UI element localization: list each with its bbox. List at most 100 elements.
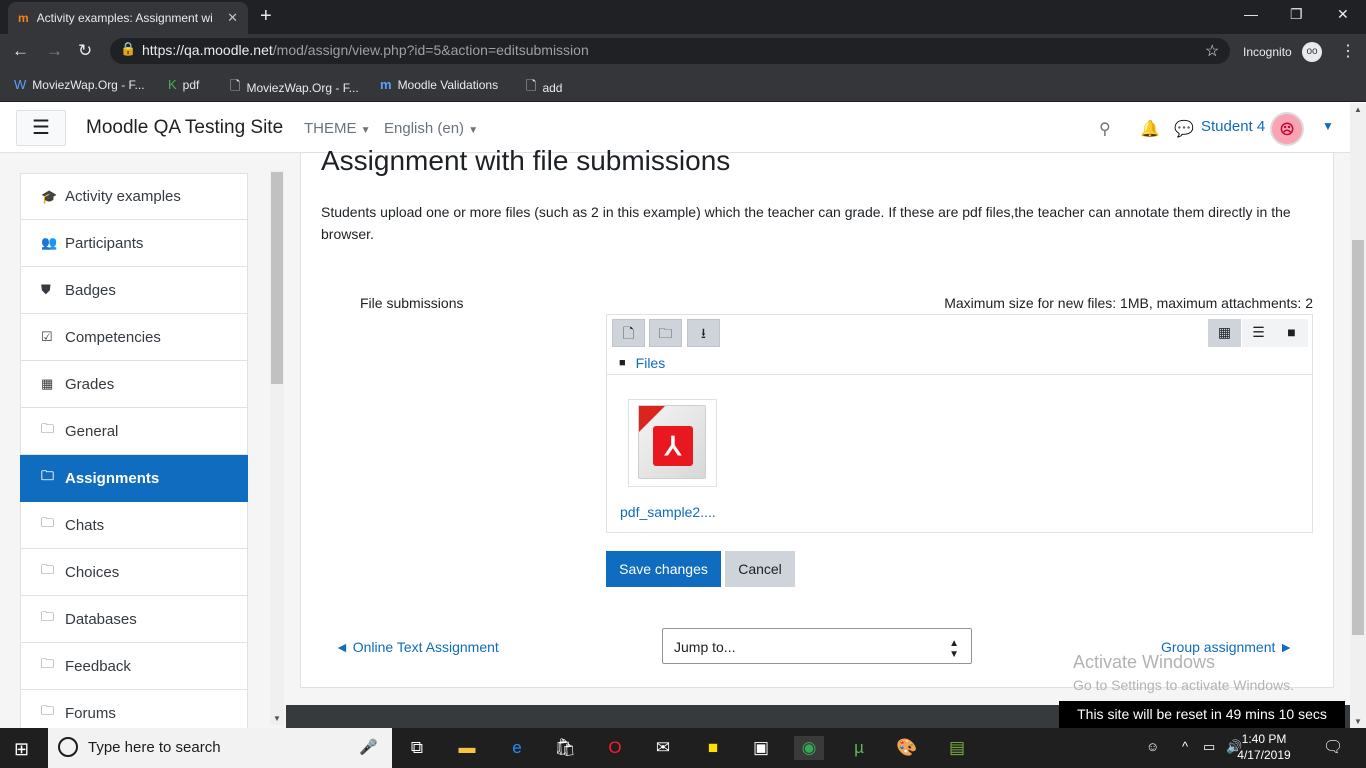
drawer-item-participants[interactable]: 👥 Participants [20, 220, 248, 267]
file-name-link[interactable]: pdf_sample2.... [620, 504, 716, 520]
drawer-item-badges[interactable]: ⛊ Badges [20, 267, 248, 314]
prev-activity-link[interactable]: ◄ Online Text Assignment [335, 639, 499, 655]
drawer-item-activity-examples[interactable]: 🎓 Activity examples [20, 173, 248, 220]
drawer-item-competencies[interactable]: ☑ Competencies [20, 314, 248, 361]
utorrent-icon[interactable]: µ [844, 736, 874, 760]
spreadsheet-icon[interactable]: ▤ [942, 736, 972, 760]
lock-icon: 🔒 [120, 41, 137, 56]
language-menu[interactable]: English (en) ▼ [384, 120, 478, 137]
task-view-icon[interactable]: ⧉ [402, 736, 432, 760]
close-window-icon[interactable]: ✕ [1337, 6, 1349, 23]
theme-menu[interactable]: THEME ▼ [304, 120, 371, 137]
opera-icon[interactable]: O [600, 736, 630, 760]
chevron-down-icon: ▼ [360, 125, 371, 136]
browser-tab[interactable]: m Activity examples: Assignment wi ✕ [8, 2, 248, 34]
add-file-button[interactable]: 🗋 [612, 319, 645, 347]
drawer-item-databases[interactable]: 🗀 Databases [20, 596, 248, 643]
folder-solid-icon: ■ [1287, 324, 1296, 340]
taskbar-search[interactable]: Type here to search 🎤 [48, 728, 392, 768]
user-name[interactable]: Student 4 [1201, 118, 1265, 135]
chat-icon[interactable]: 💬 [1174, 119, 1194, 139]
cortana-icon [58, 737, 78, 757]
bookmark-item[interactable]: 🗋 MoviezWap.Org - F... [230, 77, 359, 99]
grid-icon: ▦ [1217, 324, 1232, 340]
drawer-item-assignments[interactable]: 🗀 Assignments [20, 455, 248, 502]
windows-start-icon[interactable]: ⊞ [14, 739, 29, 760]
people-icon[interactable]: ☺ [1146, 739, 1159, 754]
minimize-icon[interactable]: — [1244, 6, 1258, 22]
download-icon: ⭳ [701, 325, 706, 341]
mail-icon[interactable]: ✉ [648, 736, 678, 760]
page-scroll-thumb[interactable] [1352, 240, 1364, 635]
close-tab-icon[interactable]: ✕ [227, 10, 238, 26]
bookmark-item[interactable]: W MoviezWap.Org - F... [14, 77, 145, 92]
bookmark-item[interactable]: m Moodle Validations [380, 77, 498, 92]
moodle-favicon-icon: m [18, 11, 29, 25]
address-bar-row: ← → ↻ 🔒 https://qa.moodle.net/mod/assign… [0, 34, 1366, 68]
folder-icon: 🗀 [41, 421, 55, 436]
paint-icon[interactable]: 🎨 [892, 736, 922, 760]
taskbar-clock[interactable]: 1:40 PM 4/17/2019 [1232, 731, 1296, 763]
drawer-item-chats[interactable]: 🗀 Chats [20, 502, 248, 549]
bookmark-item[interactable]: Kpdf [168, 77, 199, 92]
file-explorer-icon[interactable]: ▬ [452, 736, 482, 760]
cancel-button[interactable]: Cancel [725, 551, 795, 587]
store-icon[interactable]: 🛍 [550, 736, 580, 760]
chrome-icon[interactable]: ◉ [794, 736, 824, 760]
users-icon: 👥 [41, 235, 58, 250]
user-menu-caret-icon[interactable]: ▼ [1322, 119, 1334, 133]
pdf-file-icon: ⅄ [638, 405, 706, 479]
view-tree-button[interactable]: ■ [1275, 319, 1308, 347]
avatar[interactable]: ☹ [1270, 112, 1304, 146]
bookmark-star-icon[interactable]: ☆ [1205, 41, 1219, 61]
browser-menu-icon[interactable]: ⋮ [1340, 41, 1356, 61]
restore-icon[interactable]: ❐ [1290, 6, 1303, 23]
drawer-item-choices[interactable]: 🗀 Choices [20, 549, 248, 596]
battery-icon[interactable]: ▭ [1203, 739, 1215, 755]
file-submissions-label: File submissions [360, 295, 464, 311]
bookmarks-bar: W MoviezWap.Org - F... Kpdf 🗋 MoviezWap.Or… [0, 68, 1366, 102]
drawer-scroll-thumb[interactable] [271, 172, 283, 384]
incognito-label: Incognito [1243, 45, 1292, 59]
max-size-text: Maximum size for new files: 1MB, maximum… [944, 295, 1313, 311]
new-tab-icon[interactable]: + [260, 6, 272, 26]
drawer-item-grades[interactable]: ▦ Grades [20, 361, 248, 408]
app-icon[interactable]: ▣ [746, 736, 776, 760]
create-folder-button[interactable]: 🗀 [649, 319, 682, 347]
incognito-icon[interactable]: oo [1302, 42, 1322, 62]
select-arrows-icon: ▲ ▼ [949, 638, 959, 660]
site-name[interactable]: Moodle QA Testing Site [86, 117, 283, 139]
edge-icon[interactable]: e [502, 736, 532, 760]
view-icons-button[interactable]: ▦ [1208, 319, 1241, 347]
path-files-link[interactable]: Files [636, 355, 666, 371]
site-reset-notice: This site will be reset in 49 mins 10 se… [1059, 701, 1345, 728]
save-changes-button[interactable]: Save changes [606, 551, 721, 587]
microphone-icon[interactable]: 🎤 [359, 738, 378, 756]
search-icon[interactable]: ⚲ [1099, 119, 1111, 139]
forward-icon[interactable]: → [46, 41, 63, 61]
notification-icon[interactable]: 🗨 [1323, 737, 1343, 757]
file-manager-toolbar: 🗋 🗀 ⭳ ▦ ☰ ■ ■ Files [607, 315, 1312, 375]
back-icon[interactable]: ← [12, 41, 29, 61]
drawer-item-forums[interactable]: 🗀 Forums [20, 690, 248, 728]
folder-icon: 🗀 [41, 609, 55, 624]
view-list-button[interactable]: ☰ [1242, 319, 1275, 347]
sticky-notes-icon[interactable]: ■ [698, 736, 728, 760]
show-hidden-icons[interactable]: ^ [1182, 739, 1188, 754]
download-button[interactable]: ⭳ [687, 319, 720, 347]
drawer-scrollbar[interactable]: ▼ [270, 170, 284, 725]
scroll-down-icon[interactable]: ▼ [1354, 717, 1362, 726]
file-thumbnail[interactable]: ⅄ [628, 399, 717, 487]
jump-to-select[interactable]: Jump to... ▲ ▼ [662, 628, 972, 664]
bell-icon[interactable]: 🔔 [1140, 119, 1160, 139]
scroll-up-icon[interactable]: ▲ [1354, 105, 1362, 114]
drawer-item-general[interactable]: 🗀 General [20, 408, 248, 455]
url-bar[interactable]: 🔒 https://qa.moodle.net/mod/assign/view.… [110, 38, 1230, 64]
nav-drawer: 🎓 Activity examples 👥 Participants ⛊ Badges… [20, 173, 248, 728]
drawer-item-feedback[interactable]: 🗀 Feedback [20, 643, 248, 690]
page-scrollbar[interactable]: ▲ ▼ [1350, 103, 1366, 728]
bookmark-item[interactable]: 🗋 add [526, 77, 562, 99]
drawer-toggle-button[interactable]: ☰ [16, 110, 66, 146]
scroll-down-icon[interactable]: ▼ [273, 714, 281, 723]
reload-icon[interactable]: ↻ [78, 41, 92, 61]
